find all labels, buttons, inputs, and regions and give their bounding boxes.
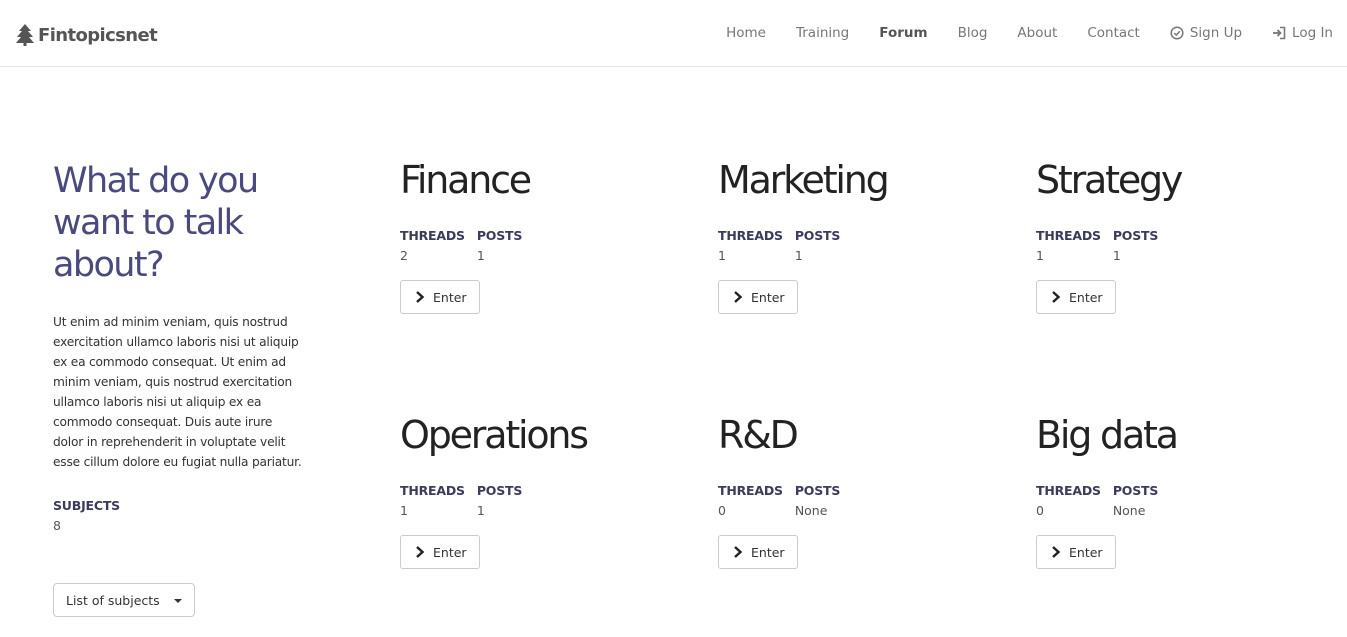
threads-stat: THREADS 1 [1036,226,1101,266]
threads-count: 0 [1036,503,1044,518]
navbar: Fintopicsnet Home Training Forum Blog Ab… [0,0,1347,67]
posts-stat: POSTS 1 [795,226,853,266]
nav-log-in[interactable]: Log In [1272,25,1333,41]
nav-blog[interactable]: Blog [958,25,988,41]
subject-card-finance: Finance THREADS 2 POSTS 1 Enter [400,158,700,314]
nav-sign-up[interactable]: Sign Up [1170,25,1242,41]
enter-label: Enter [751,544,785,560]
subjects-label: SUBJECTS [53,498,120,513]
dropdown-label: List of subjects [66,592,160,608]
posts-stat: POSTS 1 [477,481,535,521]
posts-label: POSTS [476,483,523,498]
chevron-right-icon [416,291,425,303]
nav-forum[interactable]: Forum [879,25,927,41]
threads-count: 2 [400,248,408,263]
posts-count: None [794,503,828,518]
subjects-count: 8 [53,518,61,533]
subject-title: Big data [1036,413,1179,457]
subject-stats: THREADS 1 POSTS 1 [400,481,700,521]
subject-stats: THREADS 1 POSTS 1 [1036,226,1336,266]
posts-count: 1 [1112,248,1121,263]
list-of-subjects-dropdown[interactable]: List of subjects [53,583,195,617]
enter-button[interactable]: Enter [400,535,480,569]
posts-stat: POSTS 1 [1113,226,1171,266]
check-circle-icon [1170,26,1184,40]
nav-log-in-label: Log In [1292,25,1333,41]
tree-icon [16,24,34,46]
threads-count: 1 [718,248,726,263]
subject-stats: THREADS 1 POSTS 1 [718,226,1018,266]
intro-text: Ut enim ad minim veniam, quis nostrud ex… [53,315,302,469]
enter-label: Enter [1069,289,1103,305]
nav-sign-up-label: Sign Up [1189,25,1243,41]
threads-stat: THREADS 0 [718,481,783,521]
chevron-right-icon [734,291,743,303]
threads-label: THREADS [1036,228,1101,243]
threads-count: 1 [400,503,408,518]
posts-label: POSTS [1112,483,1159,498]
subject-stats: THREADS 2 POSTS 1 [400,226,700,266]
chevron-right-icon [1052,291,1061,303]
enter-label: Enter [1069,544,1103,560]
nav-about[interactable]: About [1017,25,1057,41]
posts-count: 1 [476,503,485,518]
threads-stat: THREADS 1 [400,481,465,521]
subject-card-r-and-d: R&D THREADS 0 POSTS None Enter [718,413,1018,569]
enter-button[interactable]: Enter [400,280,480,314]
enter-button[interactable]: Enter [1036,535,1116,569]
intro-title: What do you want to talk about? [53,161,259,285]
posts-count: None [1112,503,1146,518]
posts-label: POSTS [794,483,841,498]
chevron-right-icon [1052,546,1061,558]
subject-title: Finance [400,158,532,202]
brand-name: Fintopicsnet [38,24,158,46]
posts-stat: POSTS 1 [477,226,535,266]
threads-label: THREADS [400,228,465,243]
nav-contact[interactable]: Contact [1087,25,1140,41]
subject-card-operations: Operations THREADS 1 POSTS 1 Enter [400,413,700,569]
nav-training[interactable]: Training [796,25,849,41]
threads-label: THREADS [400,483,465,498]
caret-down-icon [173,599,182,603]
posts-count: 1 [476,248,485,263]
posts-label: POSTS [1112,228,1159,243]
threads-label: THREADS [718,483,783,498]
threads-stat: THREADS 0 [1036,481,1101,521]
subject-card-marketing: Marketing THREADS 1 POSTS 1 Enter [718,158,1018,314]
enter-button[interactable]: Enter [718,535,798,569]
enter-button[interactable]: Enter [1036,280,1116,314]
posts-label: POSTS [476,228,523,243]
enter-button[interactable]: Enter [718,280,798,314]
chevron-right-icon [416,546,425,558]
subject-card-big-data: Big data THREADS 0 POSTS None Enter [1036,413,1336,569]
subject-card-strategy: Strategy THREADS 1 POSTS 1 Enter [1036,158,1336,314]
nav-home[interactable]: Home [726,25,766,41]
login-icon [1273,26,1286,40]
subjects-count-block: SUBJECTS 8 [53,496,303,536]
enter-label: Enter [433,289,467,305]
subject-title: Marketing [718,158,890,202]
threads-stat: THREADS 2 [400,226,465,266]
threads-count: 0 [718,503,726,518]
subject-stats: THREADS 0 POSTS None [1036,481,1336,521]
posts-stat: POSTS None [1113,481,1171,521]
subject-title: Strategy [1036,158,1183,202]
enter-label: Enter [751,289,785,305]
posts-stat: POSTS None [795,481,853,521]
threads-label: THREADS [1036,483,1101,498]
enter-label: Enter [433,544,467,560]
subject-title: R&D [718,413,799,457]
forum-intro: What do you want to talk about? Ut enim … [53,160,303,536]
main-nav: Home Training Forum Blog About Contact S… [696,0,1333,66]
threads-count: 1 [1036,248,1044,263]
subject-stats: THREADS 0 POSTS None [718,481,1018,521]
subject-title: Operations [400,413,589,457]
brand-logo[interactable]: Fintopicsnet [16,22,158,48]
posts-count: 1 [794,248,803,263]
posts-label: POSTS [794,228,841,243]
chevron-right-icon [734,546,743,558]
threads-label: THREADS [718,228,783,243]
threads-stat: THREADS 1 [718,226,783,266]
